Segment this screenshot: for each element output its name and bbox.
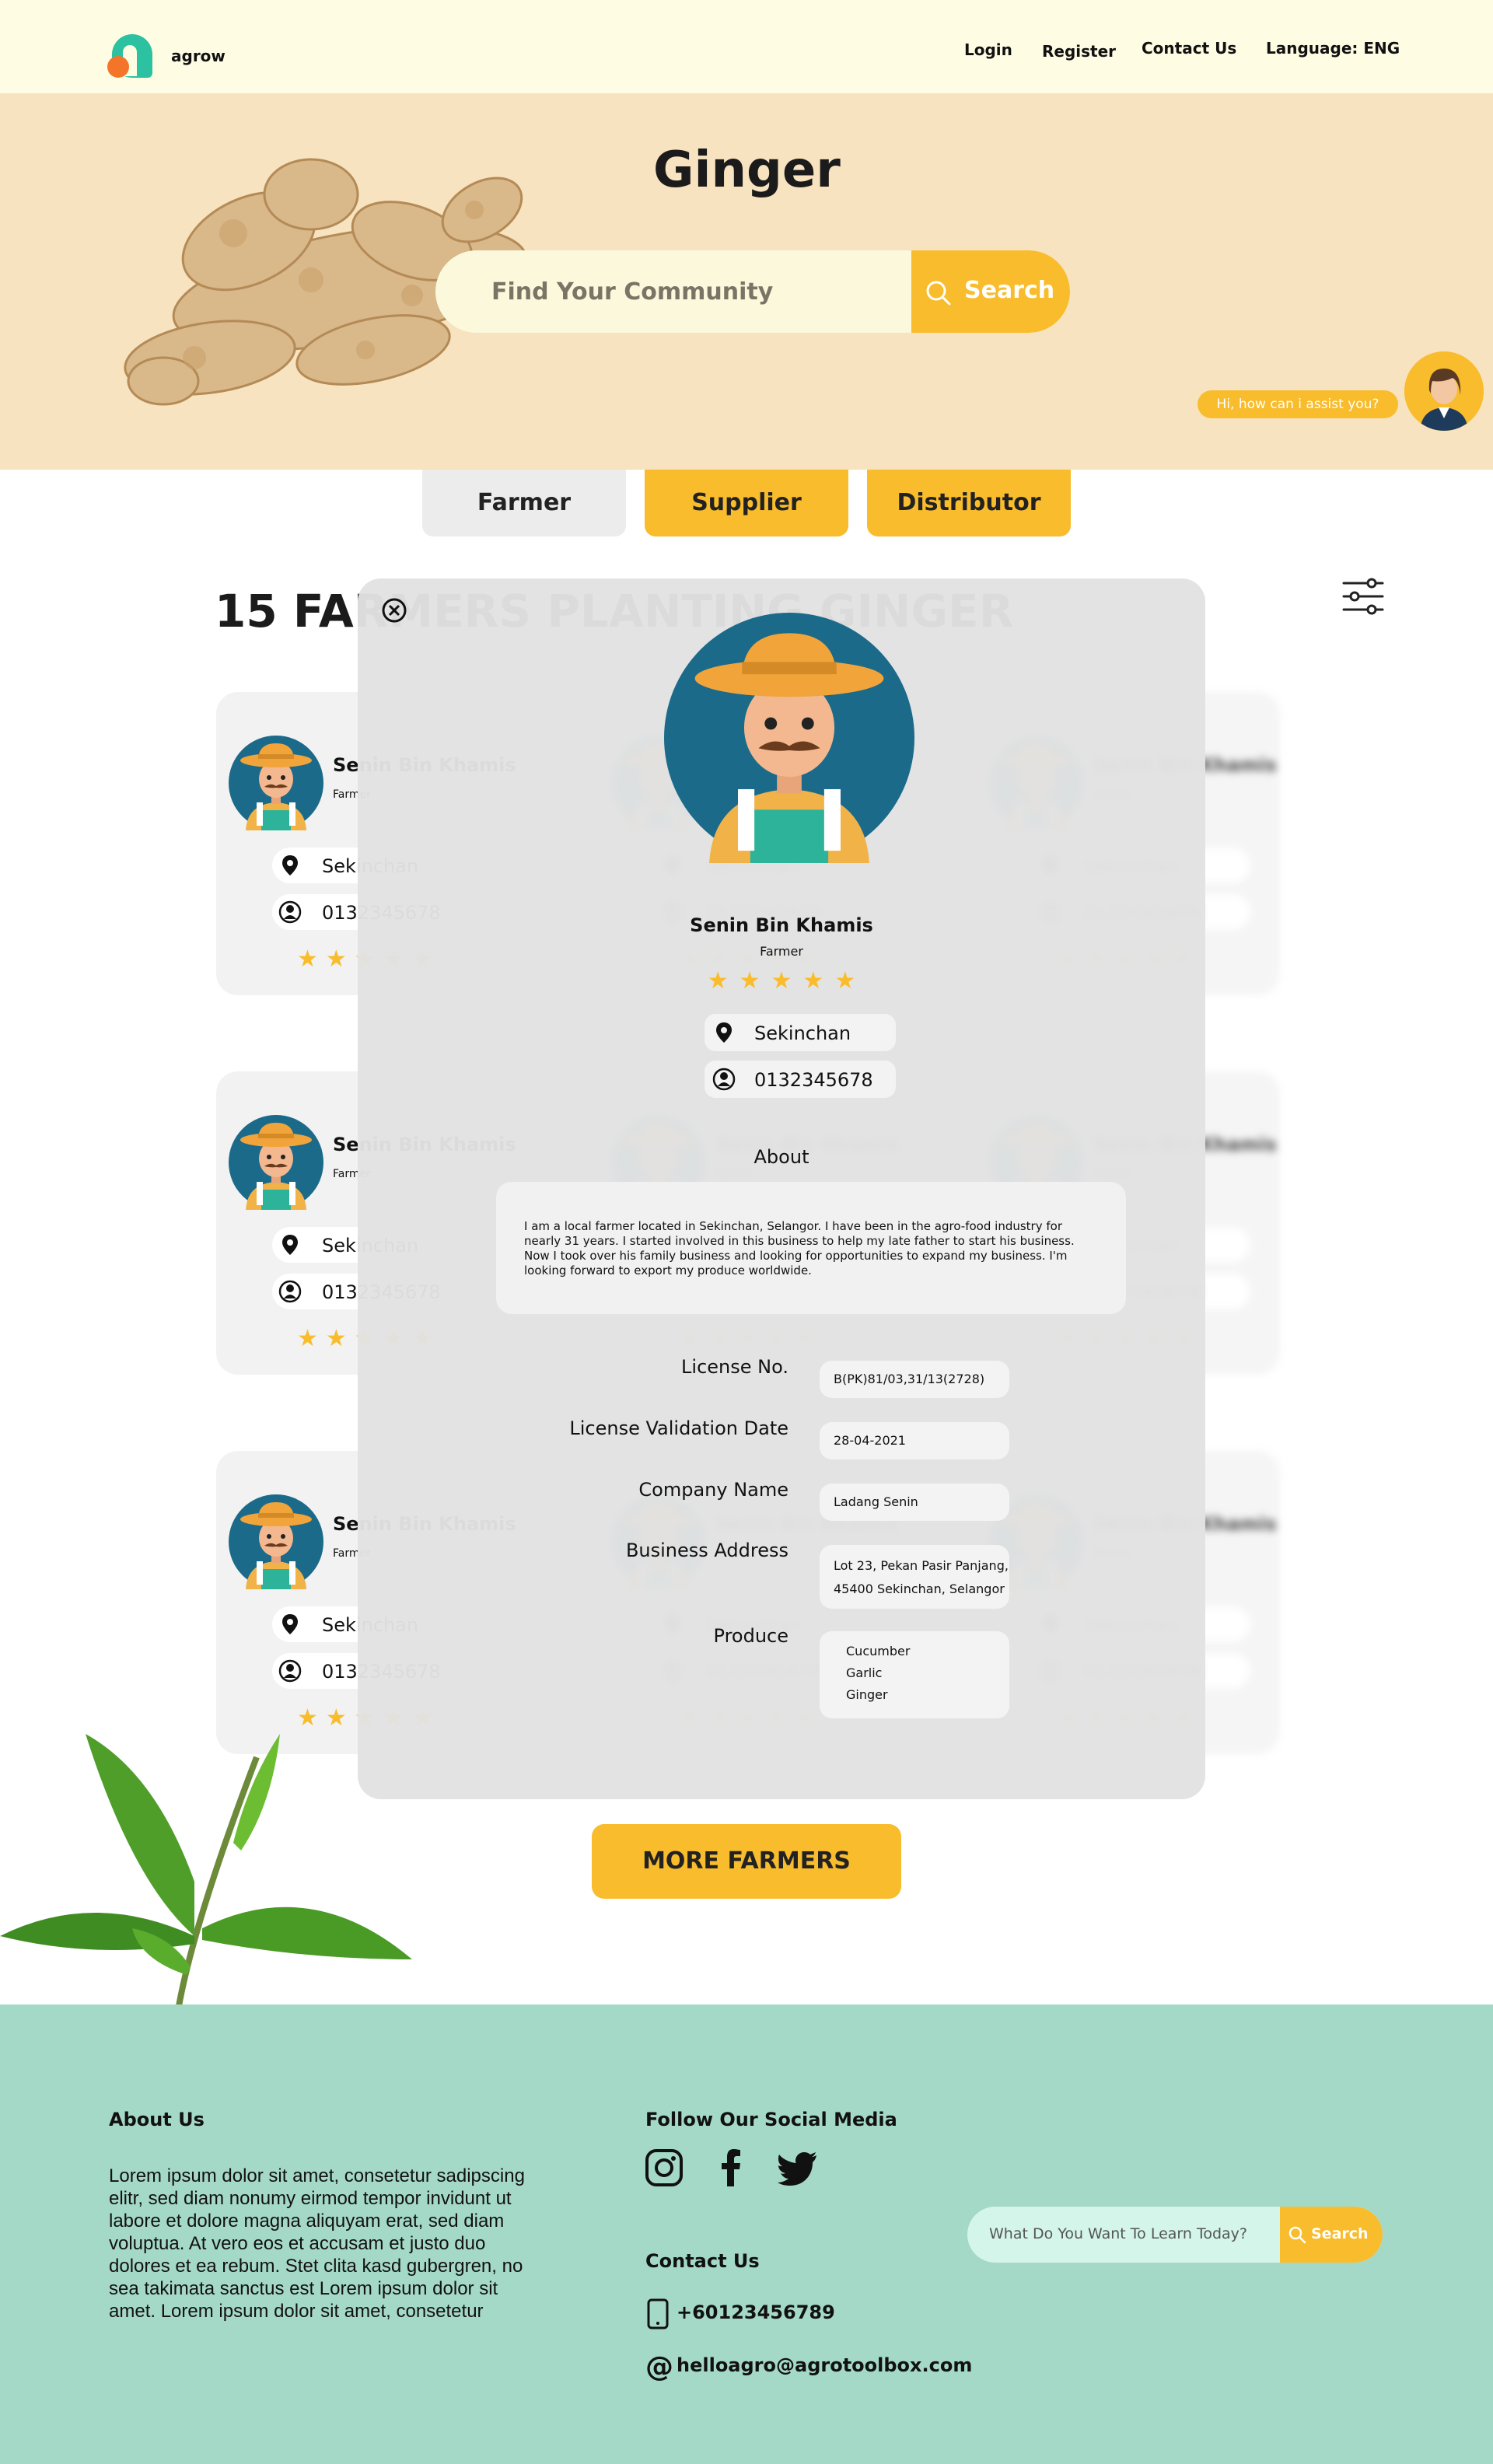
footer-contact-heading: Contact Us xyxy=(645,2250,760,2272)
modal-rating-stars: ★★★★★ xyxy=(707,967,867,994)
learn-search-bar: What Do You Want To Learn Today? Search xyxy=(967,2207,1383,2263)
license-date-value: 28-04-2021 xyxy=(820,1422,1009,1459)
page-title: Ginger xyxy=(653,142,841,199)
tab-farmer[interactable]: Farmer xyxy=(422,470,626,536)
community-search-bar: Find Your Community Search xyxy=(435,250,1070,333)
produce-label: Produce xyxy=(713,1625,788,1647)
company-name-label: Company Name xyxy=(638,1479,788,1501)
user-icon xyxy=(712,1068,736,1091)
plant-decoration xyxy=(0,1734,412,2006)
location-pin-icon xyxy=(282,855,298,876)
about-heading: About xyxy=(753,1146,809,1168)
modal-location: Sekinchan xyxy=(754,1022,851,1044)
brand-name[interactable]: agrow xyxy=(171,47,226,65)
nav-language-select[interactable]: Language: ENG xyxy=(1266,39,1400,58)
footer-about-text: Lorem ipsum dolor sit amet, consetetur s… xyxy=(109,2165,525,2322)
learn-search-button-label: Search xyxy=(1311,2225,1369,2242)
nav-login-link[interactable]: Login xyxy=(964,40,1012,59)
footer: About Us Lorem ipsum dolor sit amet, con… xyxy=(0,2004,1493,2464)
location-pin-icon xyxy=(282,1235,298,1255)
footer-social-heading: Follow Our Social Media xyxy=(645,2109,897,2130)
farmer-avatar-large xyxy=(664,613,914,863)
user-icon xyxy=(278,900,302,924)
produce-item: Garlic xyxy=(846,1665,883,1680)
produce-list: Cucumber Garlic Ginger xyxy=(820,1631,1009,1718)
close-icon[interactable] xyxy=(381,597,407,624)
location-pin-icon xyxy=(282,1614,298,1634)
produce-item: Ginger xyxy=(846,1687,888,1702)
footer-phone-number: +60123456789 xyxy=(677,2301,835,2323)
address-line-2: 45400 Sekinchan, Selangor xyxy=(834,1582,1005,1596)
about-text: I am a local farmer located in Sekinchan… xyxy=(496,1182,1126,1314)
more-farmers-button[interactable]: MORE FARMERS xyxy=(592,1824,901,1899)
user-icon xyxy=(278,1659,302,1683)
farmer-avatar xyxy=(229,1494,323,1589)
learn-search-button[interactable]: Search xyxy=(1280,2207,1383,2263)
user-icon xyxy=(278,1280,302,1303)
modal-location-pill: Sekinchan xyxy=(705,1014,896,1051)
location-pin-icon xyxy=(716,1022,732,1043)
business-address-value: Lot 23, Pekan Pasir Panjang, 45400 Sekin… xyxy=(820,1545,1009,1609)
at-sign-icon: @ xyxy=(645,2351,672,2382)
license-no-value: B(PK)81/03,31/13(2728) xyxy=(820,1361,1009,1398)
assistant-avatar[interactable] xyxy=(1404,351,1484,431)
learn-search-input[interactable]: What Do You Want To Learn Today? xyxy=(989,2225,1247,2242)
phone-icon xyxy=(647,2298,669,2329)
footer-email-address: helloagro@agrotoolbox.com xyxy=(677,2354,973,2376)
nav-contact-link[interactable]: Contact Us xyxy=(1142,39,1236,58)
search-icon xyxy=(926,281,951,306)
company-name-value: Ladang Senin xyxy=(820,1484,1009,1521)
produce-item: Cucumber xyxy=(846,1644,911,1658)
facebook-icon[interactable] xyxy=(711,2148,751,2188)
address-line-1: Lot 23, Pekan Pasir Panjang, xyxy=(834,1558,1009,1573)
top-nav: agrow Login Register Contact Us Language… xyxy=(0,0,1493,93)
svg-text:@: @ xyxy=(645,2351,672,2382)
farmer-profile-modal: Senin Bin Khamis Farmer ★★★★★ Sekinchan … xyxy=(358,578,1205,1799)
tab-supplier[interactable]: Supplier xyxy=(645,470,848,536)
filter-icon[interactable] xyxy=(1341,577,1386,616)
farmer-avatar xyxy=(229,736,323,830)
community-search-button[interactable]: Search xyxy=(911,250,1070,333)
search-icon xyxy=(1288,2226,1306,2244)
farmer-avatar xyxy=(229,1115,323,1210)
modal-farmer-role: Farmer xyxy=(760,944,803,959)
community-search-input[interactable]: Find Your Community xyxy=(491,278,773,306)
business-address-label: Business Address xyxy=(625,1540,788,1561)
modal-phone-pill: 0132345678 xyxy=(705,1061,896,1098)
hero-banner: Ginger Find Your Community Search Hi, ho… xyxy=(0,93,1493,470)
modal-farmer-name: Senin Bin Khamis xyxy=(690,914,873,936)
instagram-icon[interactable] xyxy=(644,2148,684,2188)
twitter-icon[interactable] xyxy=(778,2148,818,2188)
modal-phone: 0132345678 xyxy=(754,1069,873,1091)
footer-about-heading: About Us xyxy=(109,2109,205,2130)
nav-register-link[interactable]: Register xyxy=(1042,42,1116,61)
tab-distributor[interactable]: Distributor xyxy=(867,470,1071,536)
assistant-bubble[interactable]: Hi, how can i assist you? xyxy=(1198,390,1398,418)
logo-dot-shape xyxy=(107,56,129,78)
community-search-button-label: Search xyxy=(964,277,1055,304)
license-no-label: License No. xyxy=(681,1356,788,1378)
agrow-logo[interactable] xyxy=(107,34,152,79)
license-date-label: License Validation Date xyxy=(569,1417,788,1439)
